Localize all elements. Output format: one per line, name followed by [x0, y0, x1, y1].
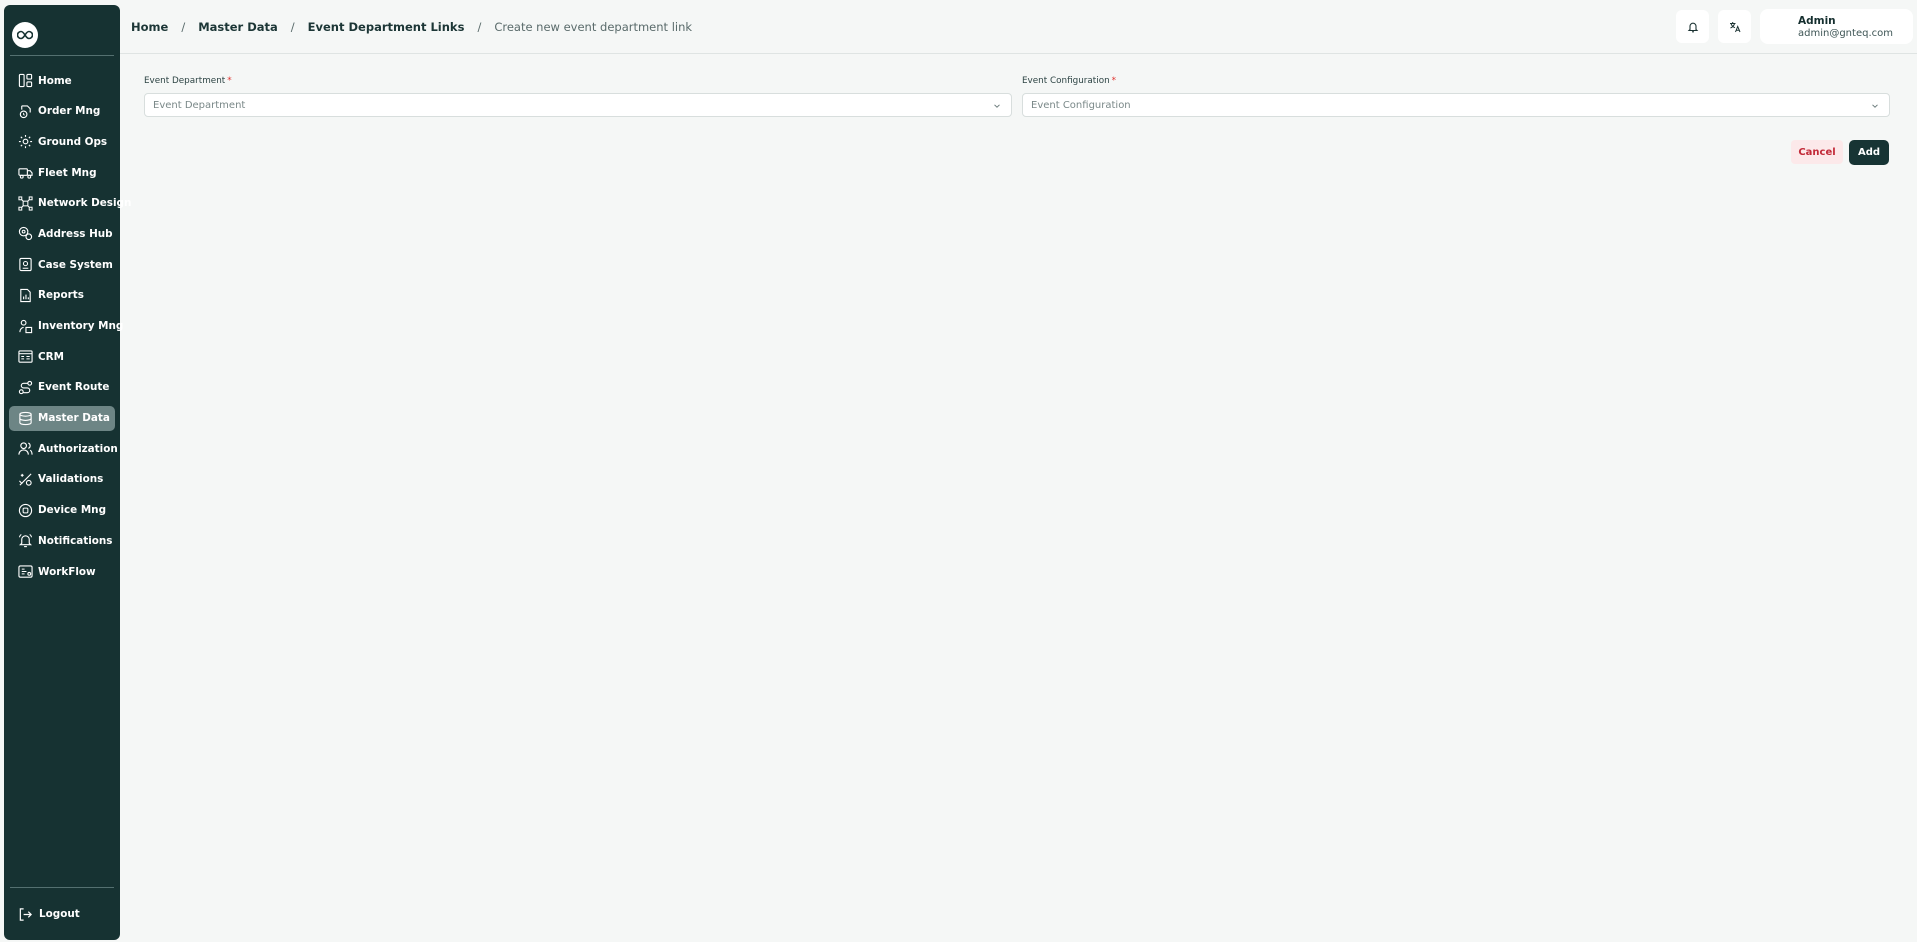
breadcrumb-separator: / [181, 19, 186, 34]
sidebar-item-order-mng[interactable]: Order Mng [9, 99, 115, 124]
sidebar-item-label: Reports [38, 289, 84, 302]
breadcrumb-master-data[interactable]: Master Data [198, 20, 278, 34]
sidebar-item-label: Master Data [38, 412, 110, 425]
bell-icon [1687, 22, 1698, 32]
case-icon [18, 257, 33, 272]
sidebar-item-crm[interactable]: CRM [9, 344, 115, 369]
sidebar-item-label: Authorization [38, 442, 118, 455]
infinity-icon[interactable] [12, 22, 38, 48]
required-marker: * [1111, 76, 1117, 86]
notifications-button[interactable] [1676, 10, 1709, 43]
crm-icon [18, 349, 33, 364]
order-icon [18, 104, 33, 119]
event-configuration-label: Event Configuration * [1022, 76, 1117, 86]
device-icon [18, 503, 33, 518]
route-icon [18, 380, 33, 395]
breadcrumb-separator: / [290, 19, 295, 34]
report-icon [18, 288, 33, 303]
event-configuration-placeholder: Event Configuration [1031, 99, 1131, 111]
sidebar-item-label: Order Mng [38, 105, 101, 118]
sidebar-item-reports[interactable]: Reports [9, 283, 115, 308]
sidebar-divider-bottom [10, 887, 114, 888]
sidebar-item-label: CRM [38, 350, 64, 363]
sidebar-item-label: Inventory Mng [38, 320, 124, 332]
sidebar-item-label: Notifications [38, 534, 113, 547]
sidebar-item-label: Event Route [38, 381, 110, 394]
event-department-placeholder: Event Department [153, 99, 246, 111]
user-profile[interactable]: Admin admin@gnteq.com [1760, 9, 1913, 44]
sidebar-item-fleet-mng[interactable]: Fleet Mng [9, 160, 115, 185]
network-icon [18, 196, 33, 211]
breadcrumb-separator: / [477, 19, 482, 34]
sidebar: Home Order Mng Ground Ops Fleet Mng Netw… [4, 5, 131, 940]
user-name: Admin [1798, 15, 1836, 27]
header-actions: Admin admin@gnteq.com [1676, 9, 1913, 44]
sidebar-item-notifications[interactable]: Notifications [9, 528, 115, 553]
sidebar-item-label: WorkFlow [38, 565, 96, 578]
logout-icon [19, 907, 32, 921]
sidebar-item-label: Home [38, 74, 72, 87]
sidebar-divider-top [10, 55, 114, 56]
validation-icon [18, 472, 33, 487]
sidebar-item-label: Device Mng [38, 504, 107, 517]
truck-icon [18, 165, 33, 180]
sidebar-item-label: Fleet Mng [38, 166, 97, 179]
event-configuration-field: Event Configuration * Event Configuration [1022, 76, 1890, 117]
sidebar-item-inventory-mng[interactable]: Inventory Mng [9, 314, 123, 339]
database-icon [18, 411, 33, 426]
breadcrumb-home[interactable]: Home [131, 20, 168, 34]
sidebar-item-label: Ground Ops [38, 135, 108, 148]
sidebar-item-address-hub[interactable]: Address Hub [9, 221, 115, 246]
breadcrumb: Home / Master Data / Event Department Li… [131, 20, 692, 34]
cancel-button[interactable]: Cancel [1791, 140, 1843, 164]
add-button[interactable]: Add [1849, 140, 1889, 165]
language-button[interactable] [1718, 10, 1751, 43]
bell-icon [18, 533, 33, 548]
inventory-icon [18, 319, 33, 334]
breadcrumb-event-department-links[interactable]: Event Department Links [308, 20, 465, 34]
sidebar-item-device-mng[interactable]: Device Mng [9, 498, 115, 523]
sidebar-nav: Home Order Mng Ground Ops Fleet Mng Netw… [4, 68, 131, 590]
sidebar-item-event-route[interactable]: Event Route [9, 375, 115, 400]
chevron-down-icon [994, 104, 1000, 108]
translate-icon [1729, 21, 1740, 32]
workflow-icon [18, 564, 33, 579]
event-department-field: Event Department * Event Department [144, 76, 1012, 117]
logout-button[interactable]: Logout [4, 888, 120, 940]
event-department-label: Event Department * [144, 76, 232, 86]
sidebar-item-master-data[interactable]: Master Data [9, 405, 115, 431]
required-marker: * [227, 76, 232, 86]
address-icon [18, 226, 33, 241]
breadcrumb-current: Create new event department link [494, 19, 693, 34]
sidebar-item-workflow[interactable]: WorkFlow [9, 559, 115, 584]
home-icon [18, 73, 33, 88]
user-email: admin@gnteq.com [1798, 28, 1893, 39]
sidebar-item-case-system[interactable]: Case System [9, 252, 115, 277]
ground-ops-icon [18, 134, 33, 149]
sidebar-item-label: Address Hub [38, 227, 113, 240]
chevron-down-icon [1872, 104, 1878, 108]
top-header: Home / Master Data / Event Department Li… [120, 0, 1917, 54]
users-icon [18, 441, 33, 456]
sidebar-item-validations[interactable]: Validations [9, 467, 115, 492]
sidebar-item-label: Case System [38, 258, 113, 271]
event-configuration-select[interactable]: Event Configuration [1022, 93, 1890, 117]
sidebar-item-label: Validations [38, 473, 104, 486]
event-department-select[interactable]: Event Department [144, 93, 1012, 117]
logo-area [4, 5, 120, 55]
sidebar-item-home[interactable]: Home [9, 68, 115, 93]
sidebar-item-network-design[interactable]: Network Design [9, 191, 131, 216]
sidebar-item-ground-ops[interactable]: Ground Ops [9, 129, 115, 154]
sidebar-item-label: Network Design [38, 197, 132, 210]
logout-label: Logout [39, 908, 80, 920]
sidebar-item-authorization[interactable]: Authorization [9, 436, 118, 461]
